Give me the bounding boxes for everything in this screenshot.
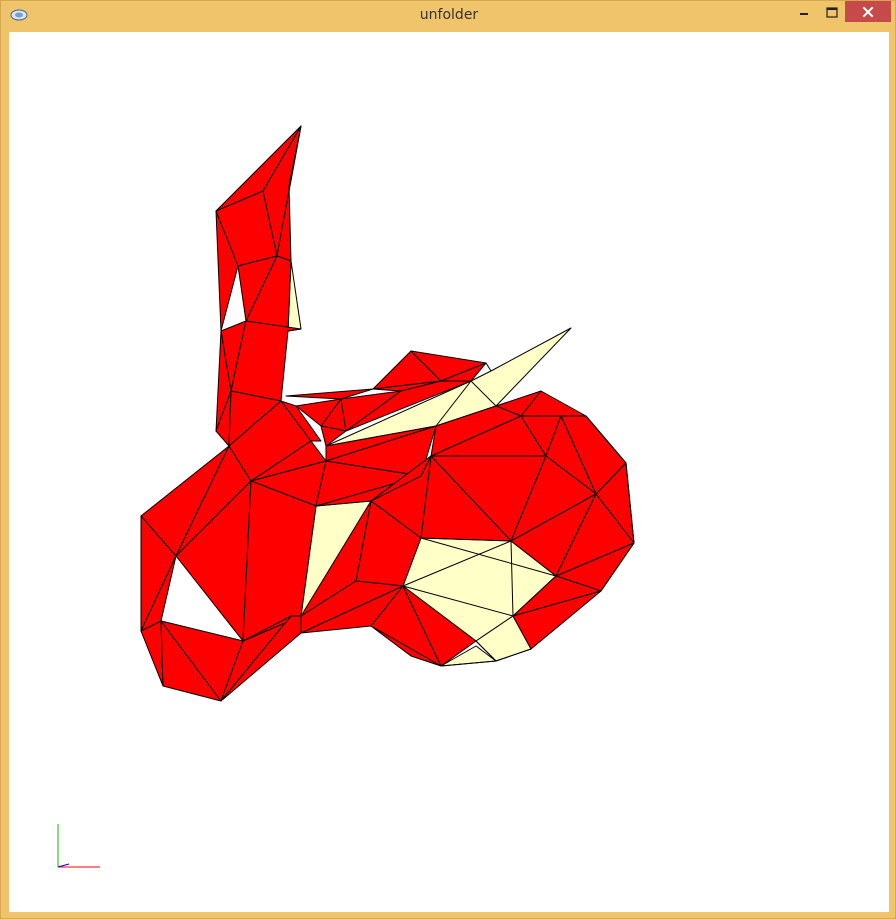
minimize-icon (800, 13, 808, 15)
maximize-button[interactable] (817, 1, 847, 23)
model-front-faces (140, 125, 635, 702)
app-window: unfolder (0, 0, 896, 919)
title-bar[interactable]: unfolder (1, 1, 896, 31)
minimize-button[interactable] (789, 1, 819, 23)
maximize-icon (826, 6, 838, 18)
close-button[interactable] (845, 1, 891, 22)
window-title: unfolder (419, 7, 479, 23)
close-icon (862, 6, 874, 17)
model-canvas[interactable] (9, 32, 889, 912)
axes-indicator (57, 824, 100, 868)
3d-viewport[interactable] (9, 32, 889, 912)
